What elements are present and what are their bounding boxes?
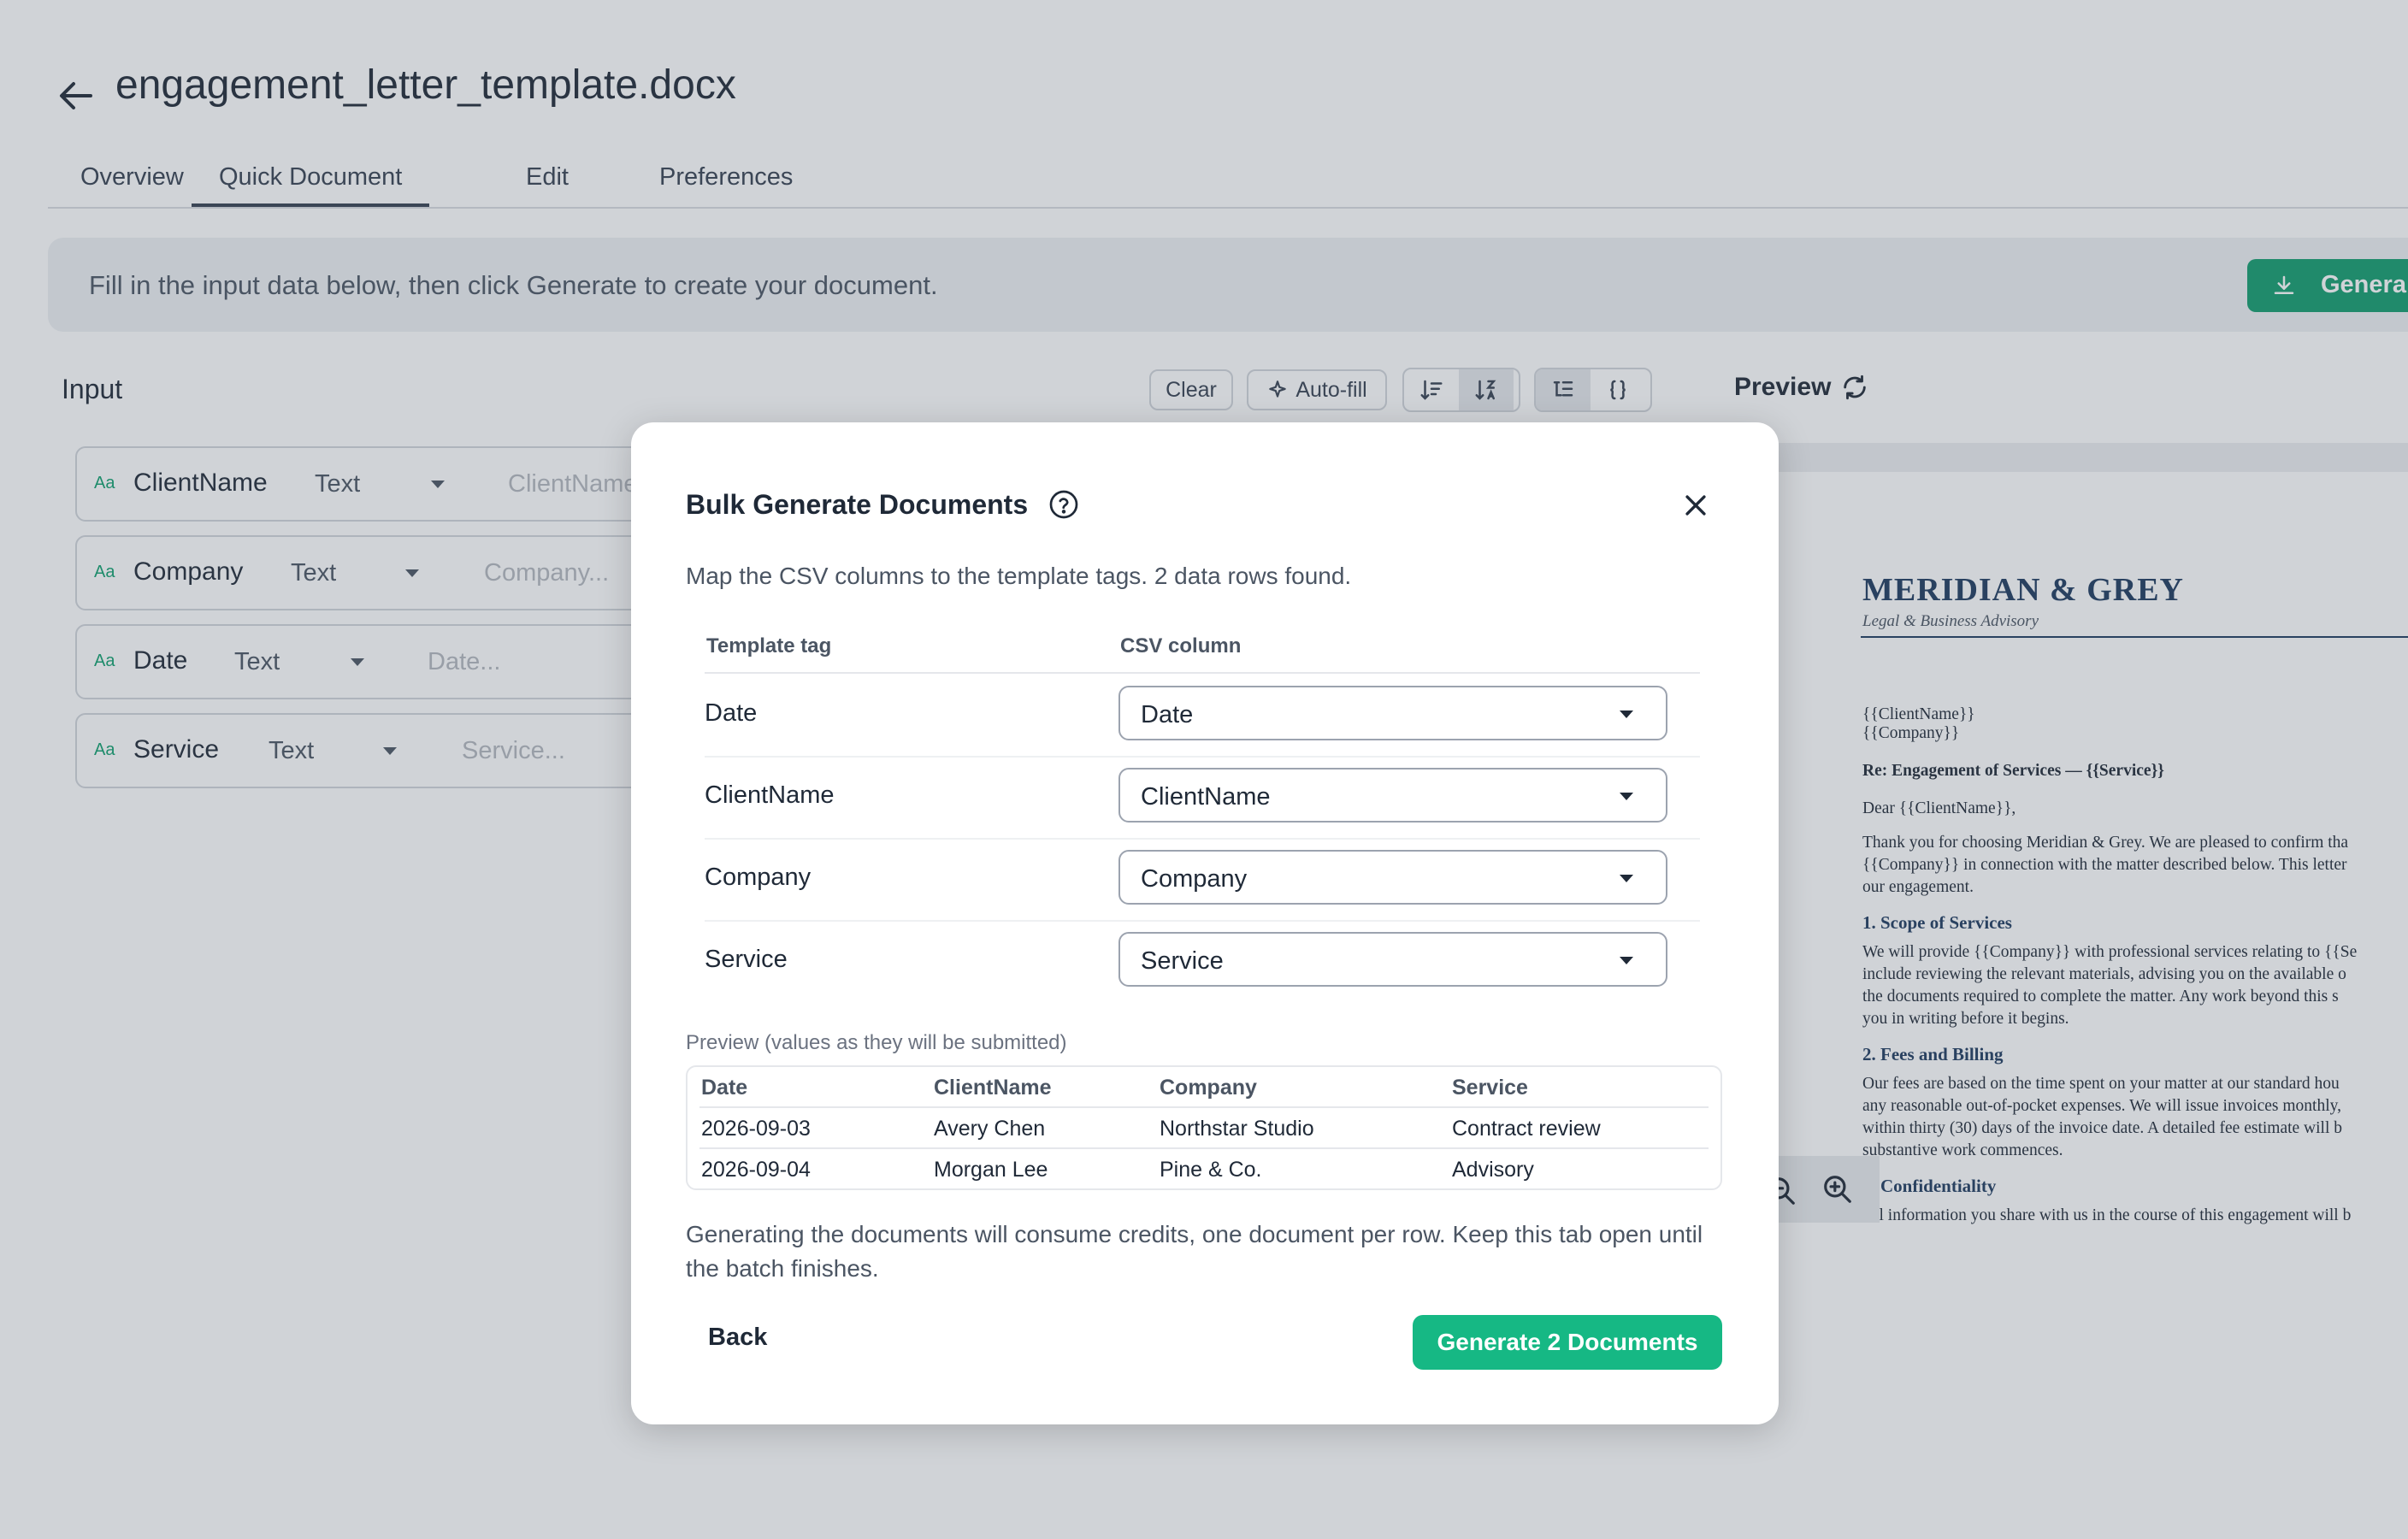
table-cell: 2026-09-04 [701,1158,811,1182]
table-cell: Avery Chen [934,1117,1046,1141]
dialog-title: Bulk Generate Documents [686,489,1029,520]
csv-column-select[interactable]: ClientName [1118,768,1667,823]
table-header: Service [1452,1076,1528,1100]
chevron-down-icon [1620,957,1633,964]
selected-column: Company [1141,865,1248,893]
bulk-generate-dialog: Bulk Generate Documents Map the CSV colu… [631,422,1779,1424]
selected-column: Service [1141,947,1224,975]
table-cell: Morgan Lee [934,1158,1048,1182]
chevron-down-icon [1620,711,1633,718]
table-cell: Northstar Studio [1160,1117,1314,1141]
csv-column-select[interactable]: Service [1118,932,1667,987]
template-tag: Service [705,946,788,973]
table-cell: Advisory [1452,1158,1534,1182]
dialog-subtitle: Map the CSV columns to the template tags… [686,563,1352,589]
template-tag-header: Template tag [706,634,832,657]
selected-column: ClientName [1141,783,1271,811]
csv-column-select[interactable]: Company [1118,850,1667,905]
generate-documents-button[interactable]: Generate 2 Documents [1413,1315,1722,1370]
help-circle-icon[interactable] [1048,489,1079,520]
template-tag: Company [705,864,812,891]
app-page: engagement_letter_template.docx Overview… [0,0,2408,1539]
csv-column-header: CSV column [1120,634,1242,657]
table-header: Company [1160,1076,1257,1100]
template-tag: ClientName [705,781,835,809]
chevron-down-icon [1620,875,1633,882]
template-tag: Date [705,699,758,727]
table-cell: Pine & Co. [1160,1158,1262,1182]
divider [699,1147,1709,1149]
mapping-row-service: Service Service [705,920,1700,1002]
mapping-row-clientname: ClientName ClientName [705,756,1700,840]
mapping-row-company: Company Company [705,838,1700,922]
divider [699,1106,1709,1108]
close-icon[interactable] [1681,491,1710,520]
table-cell: 2026-09-03 [701,1117,811,1141]
credits-note: Generating the documents will consume cr… [686,1221,1703,1282]
selected-column: Date [1141,701,1194,728]
back-button[interactable]: Back [708,1324,767,1352]
preview-label: Preview (values as they will be submitte… [686,1031,1067,1054]
mapping-row-date: Date Date [705,674,1700,758]
table-header: Date [701,1076,748,1100]
chevron-down-icon [1620,793,1633,800]
csv-column-select[interactable]: Date [1118,686,1667,740]
preview-table: Date ClientName Company Service 2026-09-… [686,1065,1722,1190]
table-cell: Contract review [1452,1117,1601,1141]
table-header: ClientName [934,1076,1052,1100]
